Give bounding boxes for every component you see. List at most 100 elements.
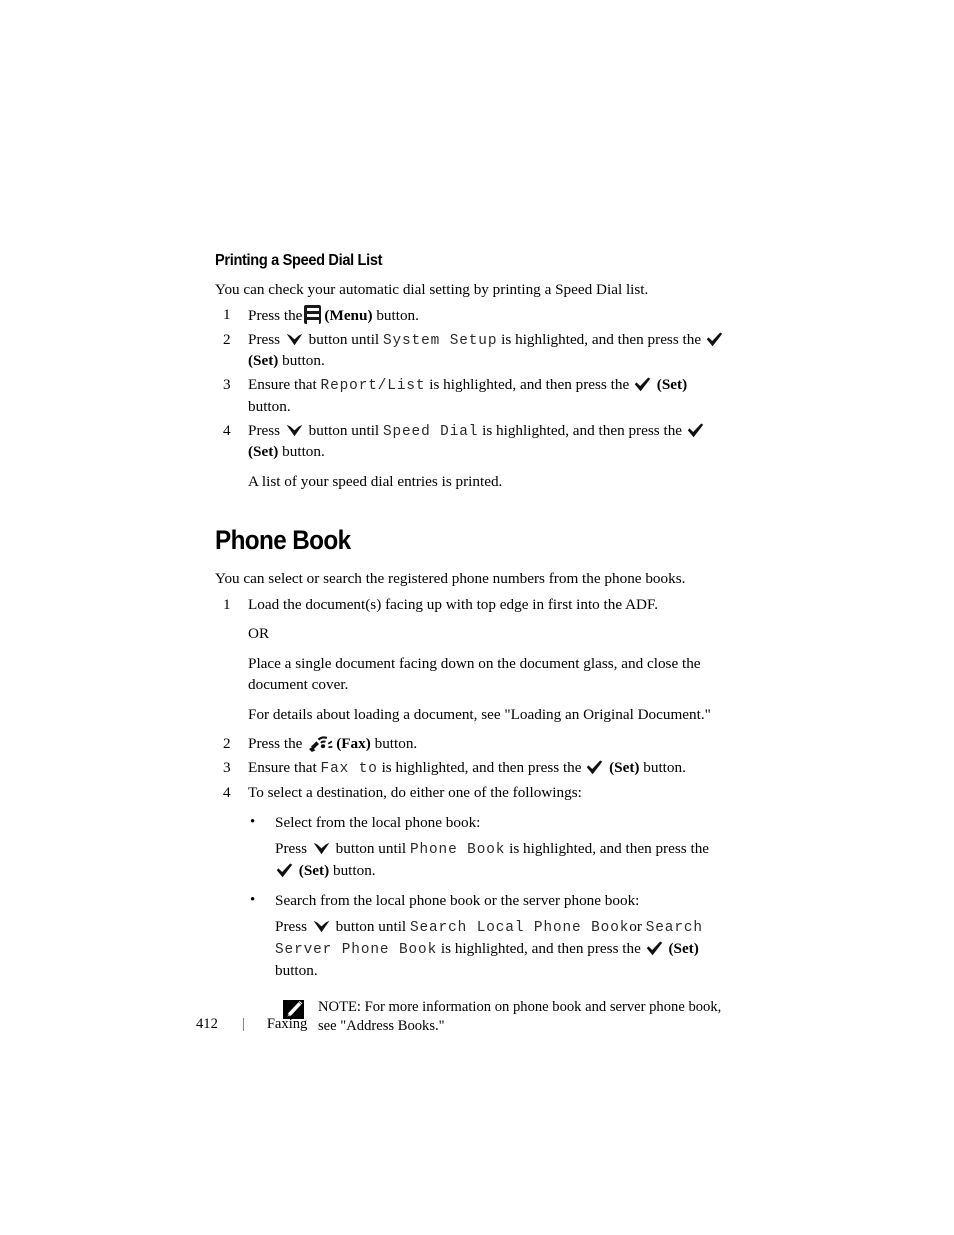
footer-page-number: 412 [196,1016,218,1032]
menu-path-text: Fax to [320,761,378,778]
intro-paragraph: You can check your automatic dial settin… [215,280,649,298]
check-icon [586,760,603,775]
step-or-label: OR [248,625,270,643]
instruction-mid2: is highlighted, and then press the [440,940,641,958]
down-arrow-icon [286,332,303,346]
menu-path-text: Search Local Phone Book [409,920,630,937]
footer-section-name: Faxing [266,1016,308,1032]
set-button-label: (Set) [298,861,330,879]
step-text-pre: Ensure that [248,759,317,777]
menu-path-text: System Setup [382,332,498,349]
step-number: 4 [223,421,231,439]
step-text-mid: button until [308,330,380,348]
instruction-post: button. [275,961,318,979]
bullet-instruction: Press button until Phone Book is highlig… [215,839,725,881]
step-item: 2 Press the (Fax) button. [215,734,725,755]
step-text-pre: Press [248,421,281,439]
instruction-mid: button until [335,840,407,858]
instruction-mid: button until [335,918,407,936]
step-text-post: button. [643,759,686,777]
document-page: Printing a Speed Dial List You can check… [0,0,954,1235]
instruction-pre: Press [275,918,308,936]
step-item: 1 Press the (Menu) button. [215,305,725,327]
check-icon [646,941,663,956]
bullet-label: Select from the local phone book: [275,813,481,831]
bullet-dot: • [250,891,256,908]
set-button-label: (Set) [609,759,640,777]
section-heading-printing-speed-dial-list: Printing a Speed Dial List [215,252,383,269]
step-number: 3 [223,376,231,394]
step-text-pre: Press [248,330,281,348]
step-text: Ensure that Fax to is highlighted, and t… [248,758,725,780]
fax-icon [308,734,333,753]
step-alternative-text: Place a single document facing down on t… [248,655,701,693]
step-text: Press the (Fax) button. [248,734,725,755]
footer-separator: | [241,1016,245,1032]
instruction-mid2: is highlighted, and then press the [509,840,710,858]
step-text-mid: button until [308,421,380,439]
menu-icon [304,305,322,325]
set-button-label: (Set) [248,352,279,370]
down-arrow-icon [286,423,303,436]
check-icon [687,423,704,438]
menu-path-text: Phone Book [409,842,506,859]
step-text-mid: is highlighted, and then press the [381,759,582,777]
speed-dial-result-text: A list of your speed dial entries is pri… [248,473,503,490]
note-label: NOTE: [318,998,361,1015]
step-item: 1 Load the document(s) facing up with to… [215,595,725,616]
step-item: 4 To select a destination, do either one… [215,783,725,804]
step-number: 4 [223,783,231,801]
step-item: 4 Press button until Speed Dial is highl… [215,421,725,463]
list-item: • Select from the local phone book: [215,813,725,834]
step-text: Load the document(s) facing up with top … [248,595,659,613]
step-number: 1 [223,595,231,613]
step-item: 2 Press button until System Setup is hig… [215,330,725,372]
step-text: Press the (Menu) button. [248,305,725,327]
menu-button-label: (Menu) [324,307,373,325]
step-text-pre: Press the [248,735,303,753]
step-text-post: button. [374,735,418,753]
page-title-phone-book: Phone Book [215,524,351,555]
step-text-mid2: is highlighted, and then press the [429,376,630,394]
instruction-post: button. [332,861,376,879]
step-text-post: button. [248,397,291,415]
step-text-post: button. [376,307,419,325]
step-number: 3 [223,759,231,777]
step-item: 3 Ensure that Fax to is highlighted, and… [215,758,725,780]
instruction-pre: Press [275,840,308,858]
step-item: 3 Ensure that Report/List is highlighted… [215,375,725,417]
menu-path-text: Speed Dial [382,423,479,440]
page-content: Printing a Speed Dial List You can check… [215,252,725,1036]
step-number: 1 [223,306,231,324]
step-text-post: button. [282,443,325,461]
bullet-instruction: Press button until Search Local Phone Bo… [215,917,725,981]
bullet-label: Search from the local phone book or the … [275,891,640,909]
check-icon [276,863,293,878]
fax-button-label: (Fax) [336,735,371,753]
step-number: 2 [223,735,231,753]
check-icon [634,377,651,392]
step-text-pre: Press the [248,307,303,325]
step-number: 2 [223,330,231,348]
check-icon [706,332,723,347]
menu-path-text: Report/List [320,378,426,395]
down-arrow-icon [313,841,330,855]
instruction-or: or [629,918,642,936]
step-text: Press button until System Setup is highl… [248,330,725,372]
step-text: Ensure that Report/List is highlighted, … [248,375,725,417]
note-text: For more information on phone book and s… [318,998,722,1034]
step-text-mid2: is highlighted, and then press the [482,421,683,439]
step-reference-text: For details about loading a document, se… [248,705,711,723]
step-text-pre: Ensure that [248,376,317,394]
set-button-label: (Set) [656,376,688,394]
step-text-post: button. [282,352,325,370]
down-arrow-icon [313,919,330,933]
page-footer: 412 | Faxing [196,1016,307,1033]
step-text: Press button until Speed Dial is highlig… [248,421,725,463]
list-item: • Search from the local phone book or th… [215,891,725,912]
bullet-dot: • [250,813,256,830]
step-text-mid2: is highlighted, and then press the [501,330,702,348]
step-text: To select a destination, do either one o… [248,783,582,801]
phone-book-intro: You can select or search the registered … [215,570,686,588]
set-button-label: (Set) [668,940,699,958]
